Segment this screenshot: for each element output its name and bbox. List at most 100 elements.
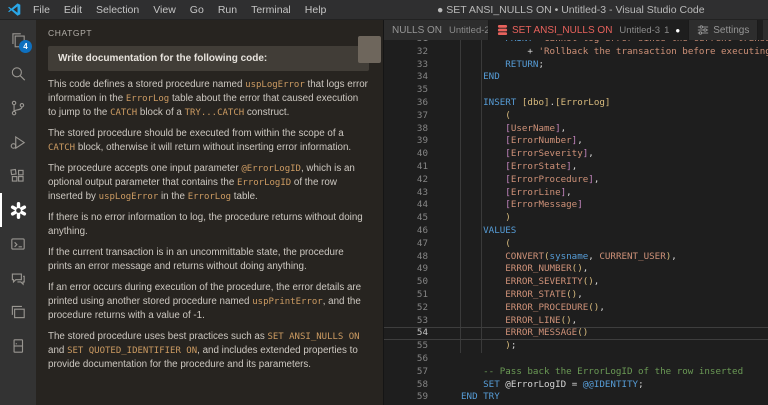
line-number: 35 xyxy=(384,84,428,97)
menu-edit[interactable]: Edit xyxy=(57,4,89,16)
code-line-52[interactable]: 52 ERROR_PROCEDURE(), xyxy=(384,302,768,315)
sidebar-item-search[interactable] xyxy=(0,57,36,91)
code-line-53[interactable]: 53 ERROR_LINE(), xyxy=(384,315,768,328)
tab-untitled-loading[interactable]: Un xyxy=(763,20,768,40)
line-number: 54 xyxy=(384,327,428,340)
menu-terminal[interactable]: Terminal xyxy=(244,4,298,16)
tab-label: SET ANSI_NULLS ON xyxy=(512,25,612,36)
line-text: ERROR_STATE(), xyxy=(461,289,583,302)
inline-code: uspLogError xyxy=(245,80,305,90)
sidebar-item-windows-stack[interactable] xyxy=(0,295,36,329)
menu-view[interactable]: View xyxy=(146,4,183,16)
code-line-59[interactable]: 59END TRY xyxy=(384,391,768,404)
line-number: 53 xyxy=(384,315,428,328)
code-line-36[interactable]: 36 INSERT [dbo].[ErrorLog] xyxy=(384,97,768,110)
code-line-32[interactable]: 32 + 'Rollback the transaction before ex… xyxy=(384,46,768,59)
line-text: ERROR_NUMBER(), xyxy=(461,263,588,276)
line-text: [UserName], xyxy=(461,123,566,136)
code-line-46[interactable]: 46 VALUES xyxy=(384,225,768,238)
line-text: END TRY xyxy=(461,391,500,404)
menu-go[interactable]: Go xyxy=(183,4,211,16)
code-line-47[interactable]: 47 ( xyxy=(384,238,768,251)
menu-help[interactable]: Help xyxy=(298,4,334,16)
menu-run[interactable]: Run xyxy=(211,4,244,16)
chat-paragraph: The stored procedure should be executed … xyxy=(48,127,369,155)
chat-paragraph: If the current transaction is in an unco… xyxy=(48,246,369,274)
tab-label: NULLS ON xyxy=(392,25,442,36)
code-line-49[interactable]: 49 ERROR_NUMBER(), xyxy=(384,263,768,276)
line-number: 49 xyxy=(384,263,428,276)
chat-question[interactable]: Write documentation for the following co… xyxy=(48,46,369,71)
code-line-35[interactable]: 35 xyxy=(384,84,768,97)
chat-paragraph: The procedure accepts one input paramete… xyxy=(48,162,369,204)
inline-code: uspLogError xyxy=(99,192,159,202)
code-line-55[interactable]: 55 ); xyxy=(384,340,768,353)
code-line-44[interactable]: 44 [ErrorMessage] xyxy=(384,199,768,212)
chat-paragraph: This code defines a stored procedure nam… xyxy=(48,78,369,120)
code-line-39[interactable]: 39 [ErrorNumber], xyxy=(384,135,768,148)
line-text: END xyxy=(461,71,500,84)
sidebar-item-chatgpt[interactable] xyxy=(0,193,36,227)
code-line-48[interactable]: 48 CONVERT(sysname, CURRENT_USER), xyxy=(384,251,768,264)
tab-untitled-3[interactable]: SET ANSI_NULLS ON Untitled-3 1 ● xyxy=(489,20,689,40)
sidebar-item-run-debug[interactable] xyxy=(0,125,36,159)
extensions-icon xyxy=(9,167,27,185)
line-number: 38 xyxy=(384,123,428,136)
code-line-58[interactable]: 58 SET @ErrorLogID = @@IDENTITY; xyxy=(384,379,768,392)
inline-code: CATCH xyxy=(48,143,75,153)
line-text: RETURN; xyxy=(461,59,544,72)
line-number: 43 xyxy=(384,187,428,200)
sidebar-item-terminal[interactable] xyxy=(0,227,36,261)
menu-file[interactable]: File xyxy=(26,4,57,16)
code-line-43[interactable]: 43 [ErrorLine], xyxy=(384,187,768,200)
tab-untitled-2[interactable]: NULLS ON Untitled-2 ● xyxy=(384,20,489,40)
line-text: [ErrorSeverity], xyxy=(461,148,594,161)
tab-bar: NULLS ON Untitled-2 ● SET ANSI_NULLS ON … xyxy=(384,20,768,40)
line-number: 50 xyxy=(384,276,428,289)
sidebar-item-extensions[interactable] xyxy=(0,159,36,193)
main-area: 4 xyxy=(0,20,768,405)
code-line-50[interactable]: 50 ERROR_SEVERITY(), xyxy=(384,276,768,289)
tab-settings[interactable]: Settings xyxy=(689,20,758,40)
line-number: 32 xyxy=(384,46,428,59)
menu-selection[interactable]: Selection xyxy=(89,4,146,16)
code-line-33[interactable]: 33 RETURN; xyxy=(384,59,768,72)
line-number: 57 xyxy=(384,366,428,379)
code-line-42[interactable]: 42 [ErrorProcedure], xyxy=(384,174,768,187)
line-number: 55 xyxy=(384,340,428,353)
code-line-37[interactable]: 37 ( xyxy=(384,110,768,123)
panel-scrollbar-thumb[interactable] xyxy=(358,36,381,63)
code-line-51[interactable]: 51 ERROR_STATE(), xyxy=(384,289,768,302)
line-text: + 'Rollback the transaction before execu… xyxy=(461,46,768,59)
dirty-dot-icon[interactable]: ● xyxy=(675,26,680,35)
code-line-56[interactable]: 56 xyxy=(384,353,768,366)
sidebar-item-explorer[interactable]: 4 xyxy=(0,23,36,57)
code-line-34[interactable]: 34 END xyxy=(384,71,768,84)
line-number: 40 xyxy=(384,148,428,161)
code-line-57[interactable]: 57 -- Pass back the ErrorLogID of the ro… xyxy=(384,366,768,379)
code-line-41[interactable]: 41 [ErrorState], xyxy=(384,161,768,174)
run-debug-icon xyxy=(9,133,27,151)
inline-code: ErrorLog xyxy=(126,94,169,104)
menu-bar: FileEditSelectionViewGoRunTerminalHelp xyxy=(26,0,333,19)
line-text: ( xyxy=(461,110,511,123)
code-line-54[interactable]: 54 ERROR_MESSAGE() xyxy=(384,327,768,340)
sidebar-item-source-control[interactable] xyxy=(0,91,36,125)
code-line-45[interactable]: 45 ) xyxy=(384,212,768,225)
line-text: ERROR_SEVERITY(), xyxy=(461,276,599,289)
line-text: [ErrorState], xyxy=(461,161,577,174)
line-number: 51 xyxy=(384,289,428,302)
comments-icon xyxy=(9,269,27,287)
chat-answer: This code defines a stored procedure nam… xyxy=(48,78,369,372)
tab-description: Untitled-2 xyxy=(449,25,489,36)
sidebar-item-comments[interactable] xyxy=(0,261,36,295)
line-text: [ErrorLine], xyxy=(461,187,572,200)
inline-code: SET QUOTED_IDENTIFIER ON xyxy=(67,346,197,356)
sidebar-item-storage[interactable] xyxy=(0,329,36,363)
code-line-38[interactable]: 38 [UserName], xyxy=(384,123,768,136)
code-editor[interactable]: 31 PRINT 'Cannot log error since the cur… xyxy=(384,40,768,405)
inline-code: ErrorLog xyxy=(188,192,231,202)
chatgpt-panel: CHATGPT Write documentation for the foll… xyxy=(36,20,383,405)
code-line-40[interactable]: 40 [ErrorSeverity], xyxy=(384,148,768,161)
tab-description: Untitled-3 xyxy=(619,25,660,36)
